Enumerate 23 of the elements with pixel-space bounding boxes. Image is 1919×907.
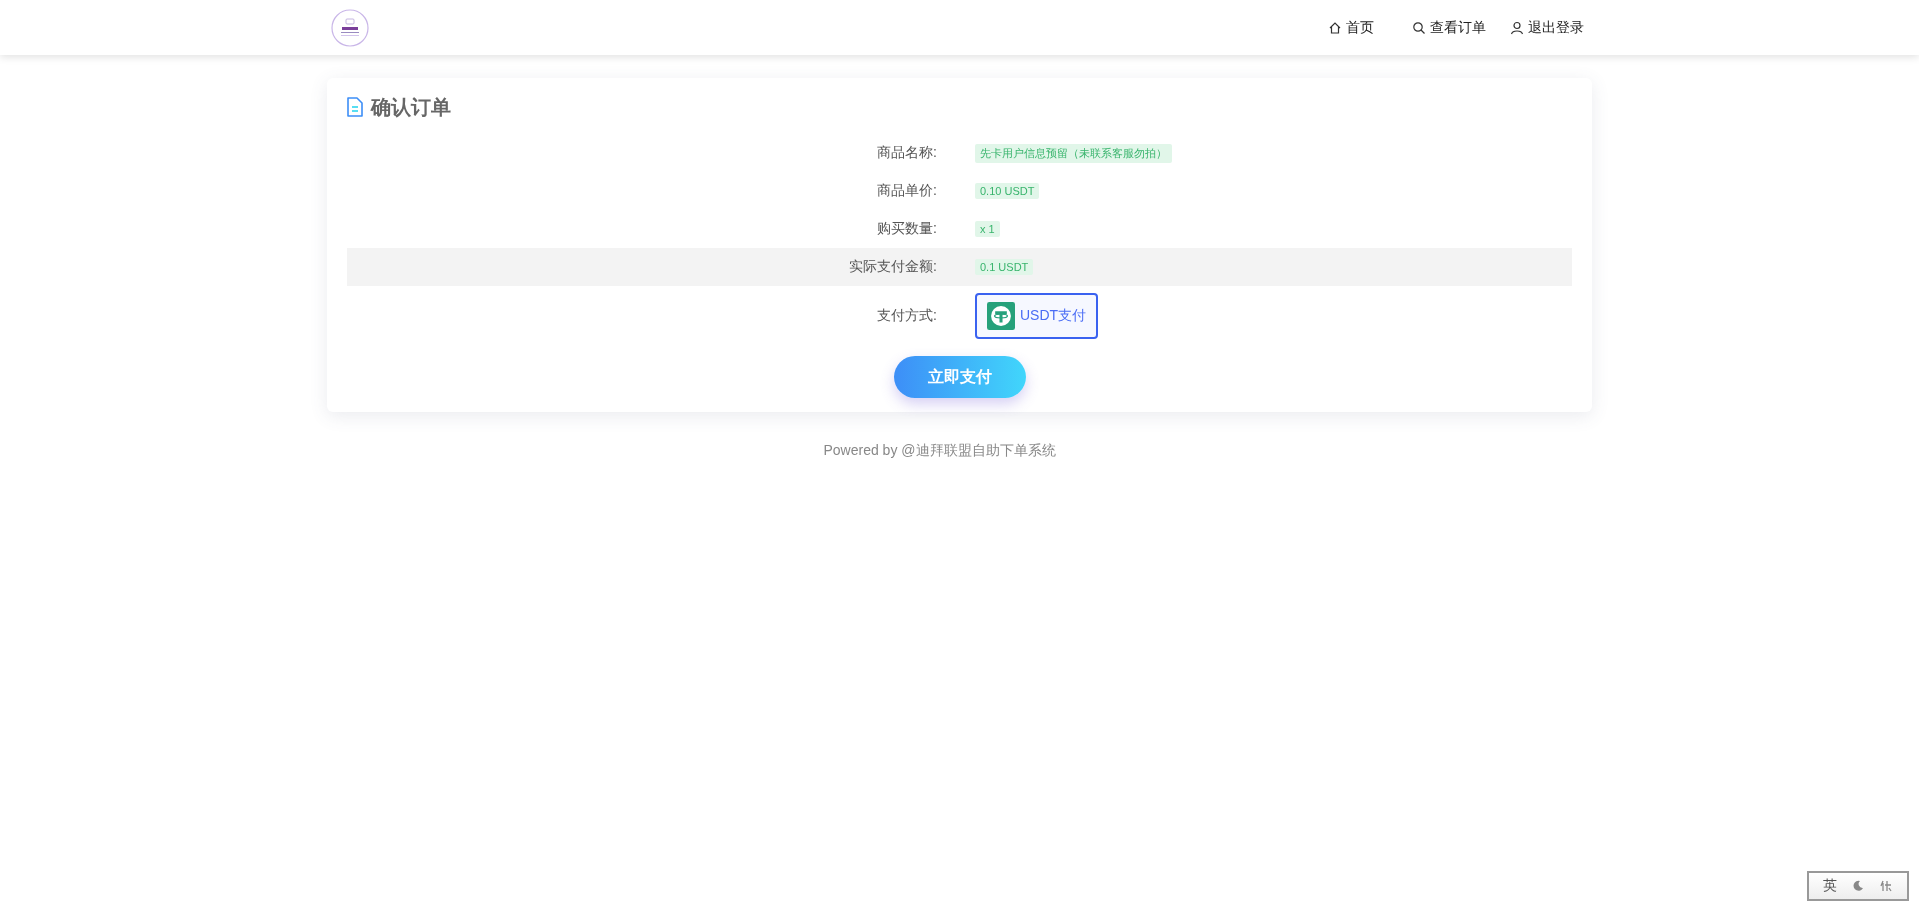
field-label: 商品单价: <box>876 182 937 200</box>
card-title: 确认订单 <box>371 94 451 120</box>
value-tag: 0.10 USDT <box>975 183 1040 199</box>
home-icon <box>1328 20 1342 35</box>
value-tag: 先卡用户信息预留（未联系客服勿拍） <box>975 143 1172 163</box>
field-label: 商品名称: <box>876 144 937 162</box>
field-label: 实际支付金额: <box>848 258 937 276</box>
field-label: 购买数量: <box>876 220 937 238</box>
moon-icon[interactable] <box>1851 879 1865 893</box>
field-label: 支付方式: <box>876 307 937 325</box>
footer-text: Powered by @迪拜联盟自助下单系统 <box>822 442 1057 460</box>
value-tag: x 1 <box>975 221 1000 237</box>
document-icon <box>347 97 363 117</box>
ime-mode-toggle[interactable]: 英 <box>1823 877 1837 895</box>
payment-option[interactable]: USDT支付 <box>975 293 1099 339</box>
tether-icon <box>987 302 1015 330</box>
logo-icon[interactable] <box>331 8 369 47</box>
search-icon <box>1412 20 1426 35</box>
value-tag: 0.1 USDT <box>975 259 1034 275</box>
user-icon <box>1510 20 1524 35</box>
nav-link[interactable]: 首页 <box>1328 18 1374 37</box>
nav-link[interactable]: 退出登录 <box>1510 18 1584 37</box>
nav-link[interactable]: 查看订单 <box>1412 18 1486 37</box>
